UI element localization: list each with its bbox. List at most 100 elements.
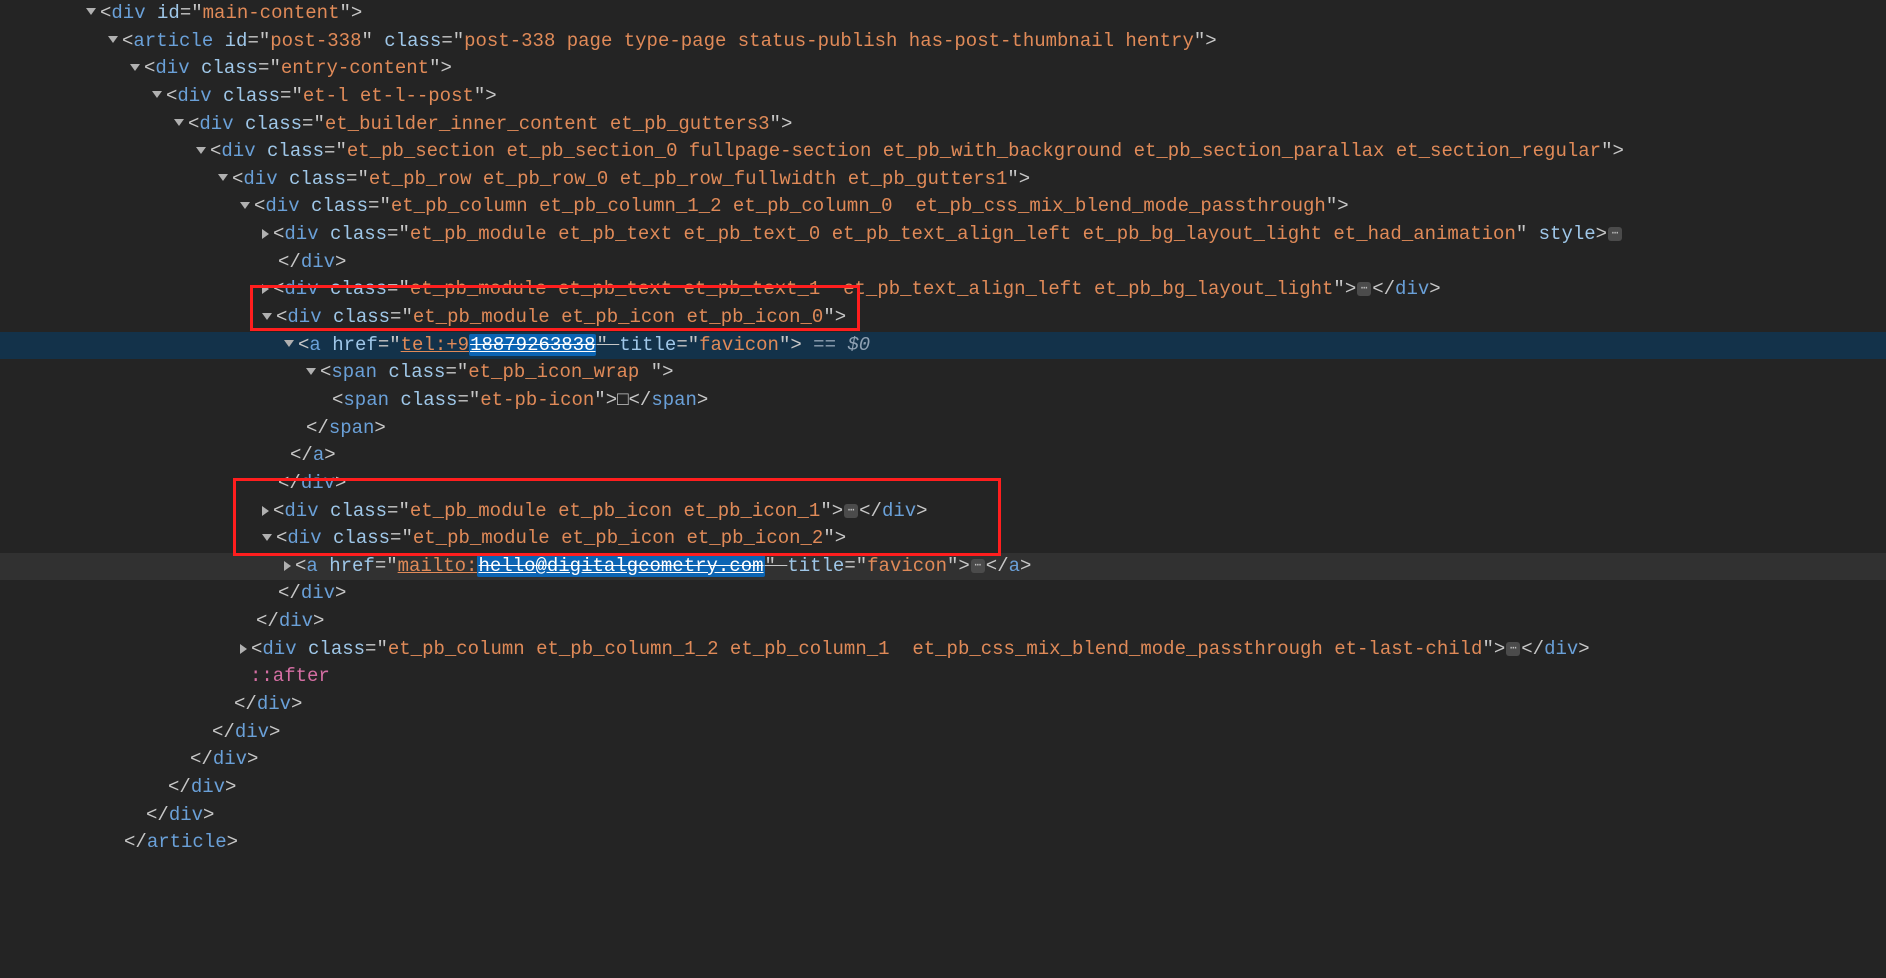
tag-name: a: [1009, 555, 1020, 577]
syntax-punct: [319, 278, 330, 300]
dom-tree-row[interactable]: <div class="et_pb_column et_pb_column_1_…: [0, 193, 1886, 221]
syntax-punct: </: [168, 776, 191, 798]
dom-tree-row[interactable]: <div class="et_pb_section et_pb_section_…: [0, 138, 1886, 166]
chevron-down-icon[interactable]: [152, 91, 162, 98]
attr-name: class: [400, 389, 457, 411]
expand-ellipsis-icon[interactable]: ⋯: [971, 559, 985, 573]
attr-value: et-l et-l--post: [303, 85, 474, 107]
dom-tree-row[interactable]: <div class="et_pb_column et_pb_column_1_…: [0, 636, 1886, 664]
dom-tree-row[interactable]: </div>: [0, 719, 1886, 747]
syntax-punct: <: [210, 140, 221, 162]
chevron-right-icon[interactable]: [240, 644, 247, 654]
syntax-punct: [321, 334, 332, 356]
chevron-down-icon[interactable]: [174, 119, 184, 126]
syntax-punct: [234, 113, 245, 135]
dom-tree-row[interactable]: <div class="et_pb_module et_pb_icon et_p…: [0, 304, 1886, 332]
syntax-eq: =: [457, 389, 468, 411]
syntax-punct: >: [227, 831, 238, 853]
expand-ellipsis-icon[interactable]: ⋯: [1506, 642, 1520, 656]
syntax-eq: =: [390, 306, 401, 328]
syntax-punct: </: [1372, 278, 1395, 300]
dom-tree-row[interactable]: </span>: [0, 415, 1886, 443]
dom-tree-row[interactable]: </article>: [0, 829, 1886, 857]
chevron-down-icon[interactable]: [306, 368, 316, 375]
syntax-punct: >: [1596, 223, 1607, 245]
syntax-punct: <: [254, 195, 265, 217]
tag-name: a: [309, 334, 320, 356]
tag-name: div: [301, 582, 335, 604]
dom-tree-row[interactable]: </div>: [0, 691, 1886, 719]
dom-tree-row[interactable]: <article id="post-338" class="post-338 p…: [0, 28, 1886, 56]
dom-tree-row[interactable]: </div>: [0, 249, 1886, 277]
attr-value: et_pb_row et_pb_row_0 et_pb_row_fullwidt…: [369, 168, 1008, 190]
syntax-eq: =: [387, 500, 398, 522]
chevron-down-icon[interactable]: [196, 147, 206, 154]
chevron-down-icon[interactable]: [284, 340, 294, 347]
dom-tree-row[interactable]: <div class="et_pb_module et_pb_icon et_p…: [0, 525, 1886, 553]
syntax-punct: ": [379, 195, 390, 217]
attr-name: id: [225, 30, 248, 52]
dom-tree-row[interactable]: <div class="et_pb_module et_pb_text et_p…: [0, 276, 1886, 304]
syntax-punct: <: [276, 306, 287, 328]
dom-tree-row[interactable]: </div>: [0, 746, 1886, 774]
chevron-right-icon[interactable]: [262, 229, 269, 239]
chevron-down-icon[interactable]: [262, 534, 272, 541]
syntax-punct: >: [1429, 278, 1440, 300]
chevron-down-icon[interactable]: [108, 36, 118, 43]
chevron-down-icon[interactable]: [218, 174, 228, 181]
syntax-punct: ": [594, 389, 605, 411]
dom-tree-row[interactable]: </a>: [0, 442, 1886, 470]
dom-tree-row[interactable]: <div id="main-content">: [0, 0, 1886, 28]
chevron-down-icon[interactable]: [240, 202, 250, 209]
chevron-right-icon[interactable]: [262, 284, 269, 294]
syntax-punct: <: [295, 555, 306, 577]
attr-value: entry-content: [281, 57, 429, 79]
syntax-punct: ": [1601, 140, 1612, 162]
chevron-down-icon[interactable]: [262, 313, 272, 320]
dom-tree-row[interactable]: ::after: [0, 663, 1886, 691]
syntax-eq: =: [390, 527, 401, 549]
expand-ellipsis-icon[interactable]: ⋯: [844, 504, 858, 518]
chevron-down-icon[interactable]: [86, 8, 96, 15]
dom-tree-row[interactable]: </div>: [0, 470, 1886, 498]
dom-tree-row[interactable]: </div>: [0, 580, 1886, 608]
attr-name: style: [1539, 223, 1596, 245]
dom-tree-row[interactable]: <a href="tel:+918879263838" title="favic…: [0, 332, 1886, 360]
syntax-punct: </: [190, 748, 213, 770]
dom-tree-row[interactable]: <div class="et_pb_module et_pb_text et_p…: [0, 221, 1886, 249]
dom-tree-row[interactable]: </div>: [0, 802, 1886, 830]
attr-name: id: [157, 2, 180, 24]
dom-tree-row[interactable]: <div class="et_pb_row et_pb_row_0 et_pb_…: [0, 166, 1886, 194]
syntax-punct: ": [474, 85, 485, 107]
attr-name: class: [330, 223, 387, 245]
syntax-punct: </: [986, 555, 1009, 577]
dom-tree-row[interactable]: <div class="et-l et-l--post">: [0, 83, 1886, 111]
dom-tree-row[interactable]: <div class="entry-content">: [0, 55, 1886, 83]
tag-name: div: [287, 527, 321, 549]
dom-tree-row[interactable]: </div>: [0, 774, 1886, 802]
syntax-punct: >: [247, 748, 258, 770]
syntax-punct: ": [1007, 168, 1018, 190]
chevron-down-icon[interactable]: [130, 64, 140, 71]
chevron-right-icon[interactable]: [284, 561, 291, 571]
dom-tree-row[interactable]: <div class="et_builder_inner_content et_…: [0, 111, 1886, 139]
syntax-punct: <: [273, 278, 284, 300]
syntax-punct: <: [273, 223, 284, 245]
syntax-punct: ": [688, 334, 699, 356]
expand-ellipsis-icon[interactable]: ⋯: [1608, 227, 1622, 241]
syntax-punct: ": [820, 500, 831, 522]
dom-tree-row[interactable]: <span class="et-pb-icon">□</span>: [0, 387, 1886, 415]
attr-name: title: [619, 334, 676, 356]
syntax-punct: >: [1020, 555, 1031, 577]
dom-tree-row[interactable]: <div class="et_pb_module et_pb_icon et_p…: [0, 498, 1886, 526]
attr-name: class: [289, 168, 346, 190]
dom-tree-row[interactable]: <a href="mailto:hello@digitalgeometry.co…: [0, 553, 1886, 581]
dom-tree-row[interactable]: </div>: [0, 608, 1886, 636]
dom-tree-row[interactable]: <span class="et_pb_icon_wrap ">: [0, 359, 1886, 387]
syntax-punct: <: [188, 113, 199, 135]
expand-ellipsis-icon[interactable]: ⋯: [1357, 282, 1371, 296]
chevron-right-icon[interactable]: [262, 506, 269, 516]
dom-tree[interactable]: <div id="main-content"><article id="post…: [0, 0, 1886, 857]
syntax-punct: [319, 223, 330, 245]
syntax-punct: >: [958, 555, 969, 577]
